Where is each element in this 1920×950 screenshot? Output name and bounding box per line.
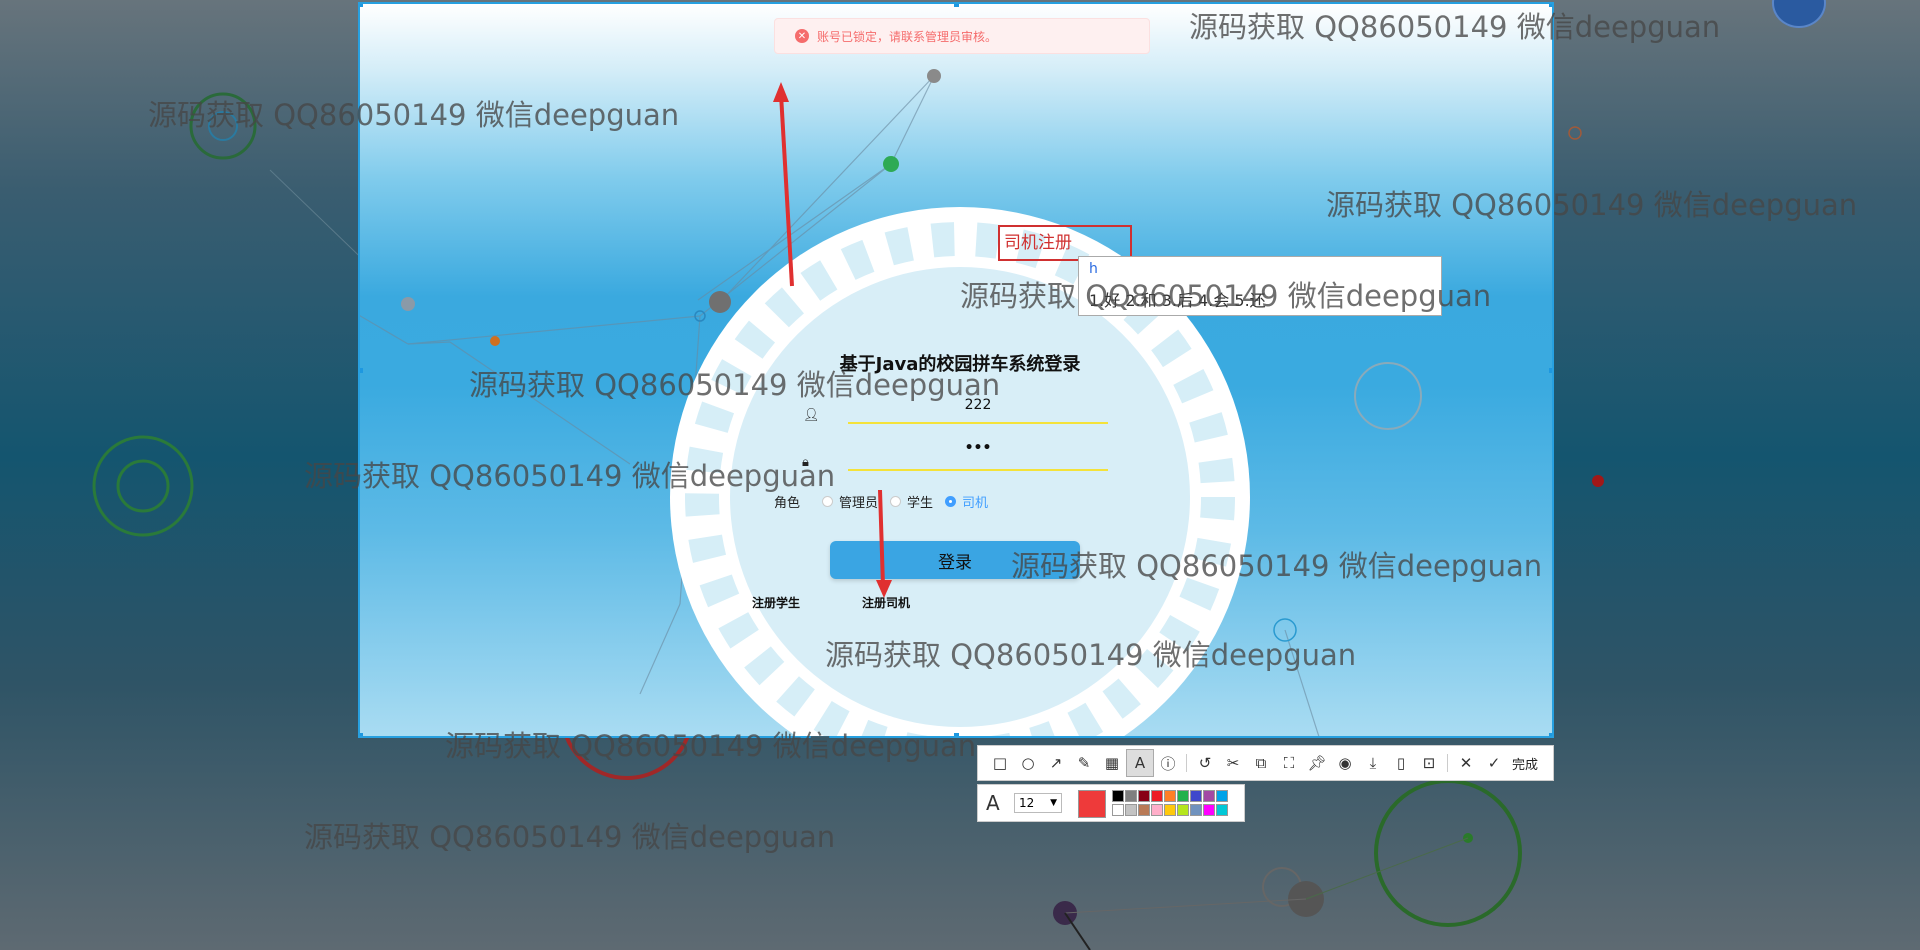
color-swatch[interactable] [1190, 790, 1202, 802]
color-swatch[interactable] [1151, 804, 1163, 816]
color-swatch[interactable] [1190, 804, 1202, 816]
chevron-down-icon: ▼ [1050, 798, 1057, 808]
watermark: 源码获取 QQ86050149 微信deepguan [1326, 188, 1858, 222]
watermark: 源码获取 QQ86050149 微信deepguan [304, 820, 836, 854]
ocr-icon[interactable]: ⛶ [1275, 749, 1303, 777]
toolbar-separator [1447, 754, 1448, 772]
color-swatch[interactable] [1177, 804, 1189, 816]
toolbar-separator [1186, 754, 1187, 772]
undo-icon[interactable]: ↺ [1191, 749, 1219, 777]
color-swatch[interactable] [1112, 804, 1124, 816]
done-button[interactable]: 完成 [1512, 754, 1538, 773]
color-swatch[interactable] [1112, 790, 1124, 802]
ellipse-icon[interactable]: ○ [1014, 749, 1042, 777]
watermark: 源码获取 QQ86050149 微信deepguan [445, 729, 977, 763]
watermark: 源码获取 QQ86050149 微信deepguan [960, 279, 1492, 313]
mosaic-icon[interactable]: ▦ [1098, 749, 1126, 777]
watermark: 源码获取 QQ86050149 微信deepguan [148, 98, 680, 132]
resize-handle[interactable] [954, 4, 959, 7]
color-swatch[interactable] [1177, 790, 1189, 802]
watermark: 源码获取 QQ86050149 微信deepguan [1189, 10, 1721, 44]
resize-handle[interactable] [360, 368, 363, 373]
arrow-icon[interactable]: ↗ [1042, 749, 1070, 777]
text-style-toolbar: A 12 ▼ [977, 784, 1245, 822]
resize-handle[interactable] [360, 733, 363, 736]
current-color-swatch[interactable] [1078, 790, 1106, 818]
save-icon[interactable]: ⤓ [1359, 749, 1387, 777]
color-swatch[interactable] [1203, 790, 1215, 802]
close-icon[interactable]: ✕ [1452, 749, 1480, 777]
screenshot-toolbar: □ ○ ↗ ✎ ▦ A ⓘ ↺ ✂ ⧉ ⛶ 📌︎ ◉ ⤓ ▯ ⊡ ✕ ✓ 完成 [977, 745, 1554, 781]
watermark: 源码获取 QQ86050149 微信deepguan [1011, 549, 1543, 583]
color-swatch[interactable] [1164, 790, 1176, 802]
check-icon[interactable]: ✓ [1480, 749, 1508, 777]
color-swatch[interactable] [1125, 790, 1137, 802]
watermark: 源码获取 QQ86050149 微信deepguan [825, 638, 1357, 672]
pencil-icon[interactable]: ✎ [1070, 749, 1098, 777]
color-swatch[interactable] [1216, 790, 1228, 802]
text-icon[interactable]: A [1126, 749, 1154, 777]
font-size-select[interactable]: 12 ▼ [1014, 793, 1062, 813]
scissor-icon[interactable]: ✂ [1219, 749, 1247, 777]
resize-handle[interactable] [360, 4, 363, 7]
phone-icon[interactable]: ▯ [1387, 749, 1415, 777]
font-size-value: 12 [1019, 796, 1035, 810]
color-swatch[interactable] [1216, 804, 1228, 816]
font-icon: A [986, 791, 1000, 815]
bookmark-icon[interactable]: ⊡ [1415, 749, 1443, 777]
color-swatch[interactable] [1203, 804, 1215, 816]
color-swatch[interactable] [1151, 790, 1163, 802]
pin-icon[interactable]: 📌︎ [1303, 749, 1331, 777]
color-swatch[interactable] [1125, 804, 1137, 816]
resize-handle[interactable] [1549, 733, 1552, 736]
rectangle-icon[interactable]: □ [986, 749, 1014, 777]
watermark: 源码获取 QQ86050149 微信deepguan [469, 368, 1001, 402]
color-swatch[interactable] [1138, 804, 1150, 816]
copy-icon[interactable]: ⧉ [1247, 749, 1275, 777]
record-icon[interactable]: ◉ [1331, 749, 1359, 777]
color-swatch[interactable] [1138, 790, 1150, 802]
color-swatch[interactable] [1164, 804, 1176, 816]
watermark: 源码获取 QQ86050149 微信deepguan [304, 459, 836, 493]
number-icon[interactable]: ⓘ [1154, 749, 1182, 777]
resize-handle[interactable] [1549, 368, 1552, 373]
